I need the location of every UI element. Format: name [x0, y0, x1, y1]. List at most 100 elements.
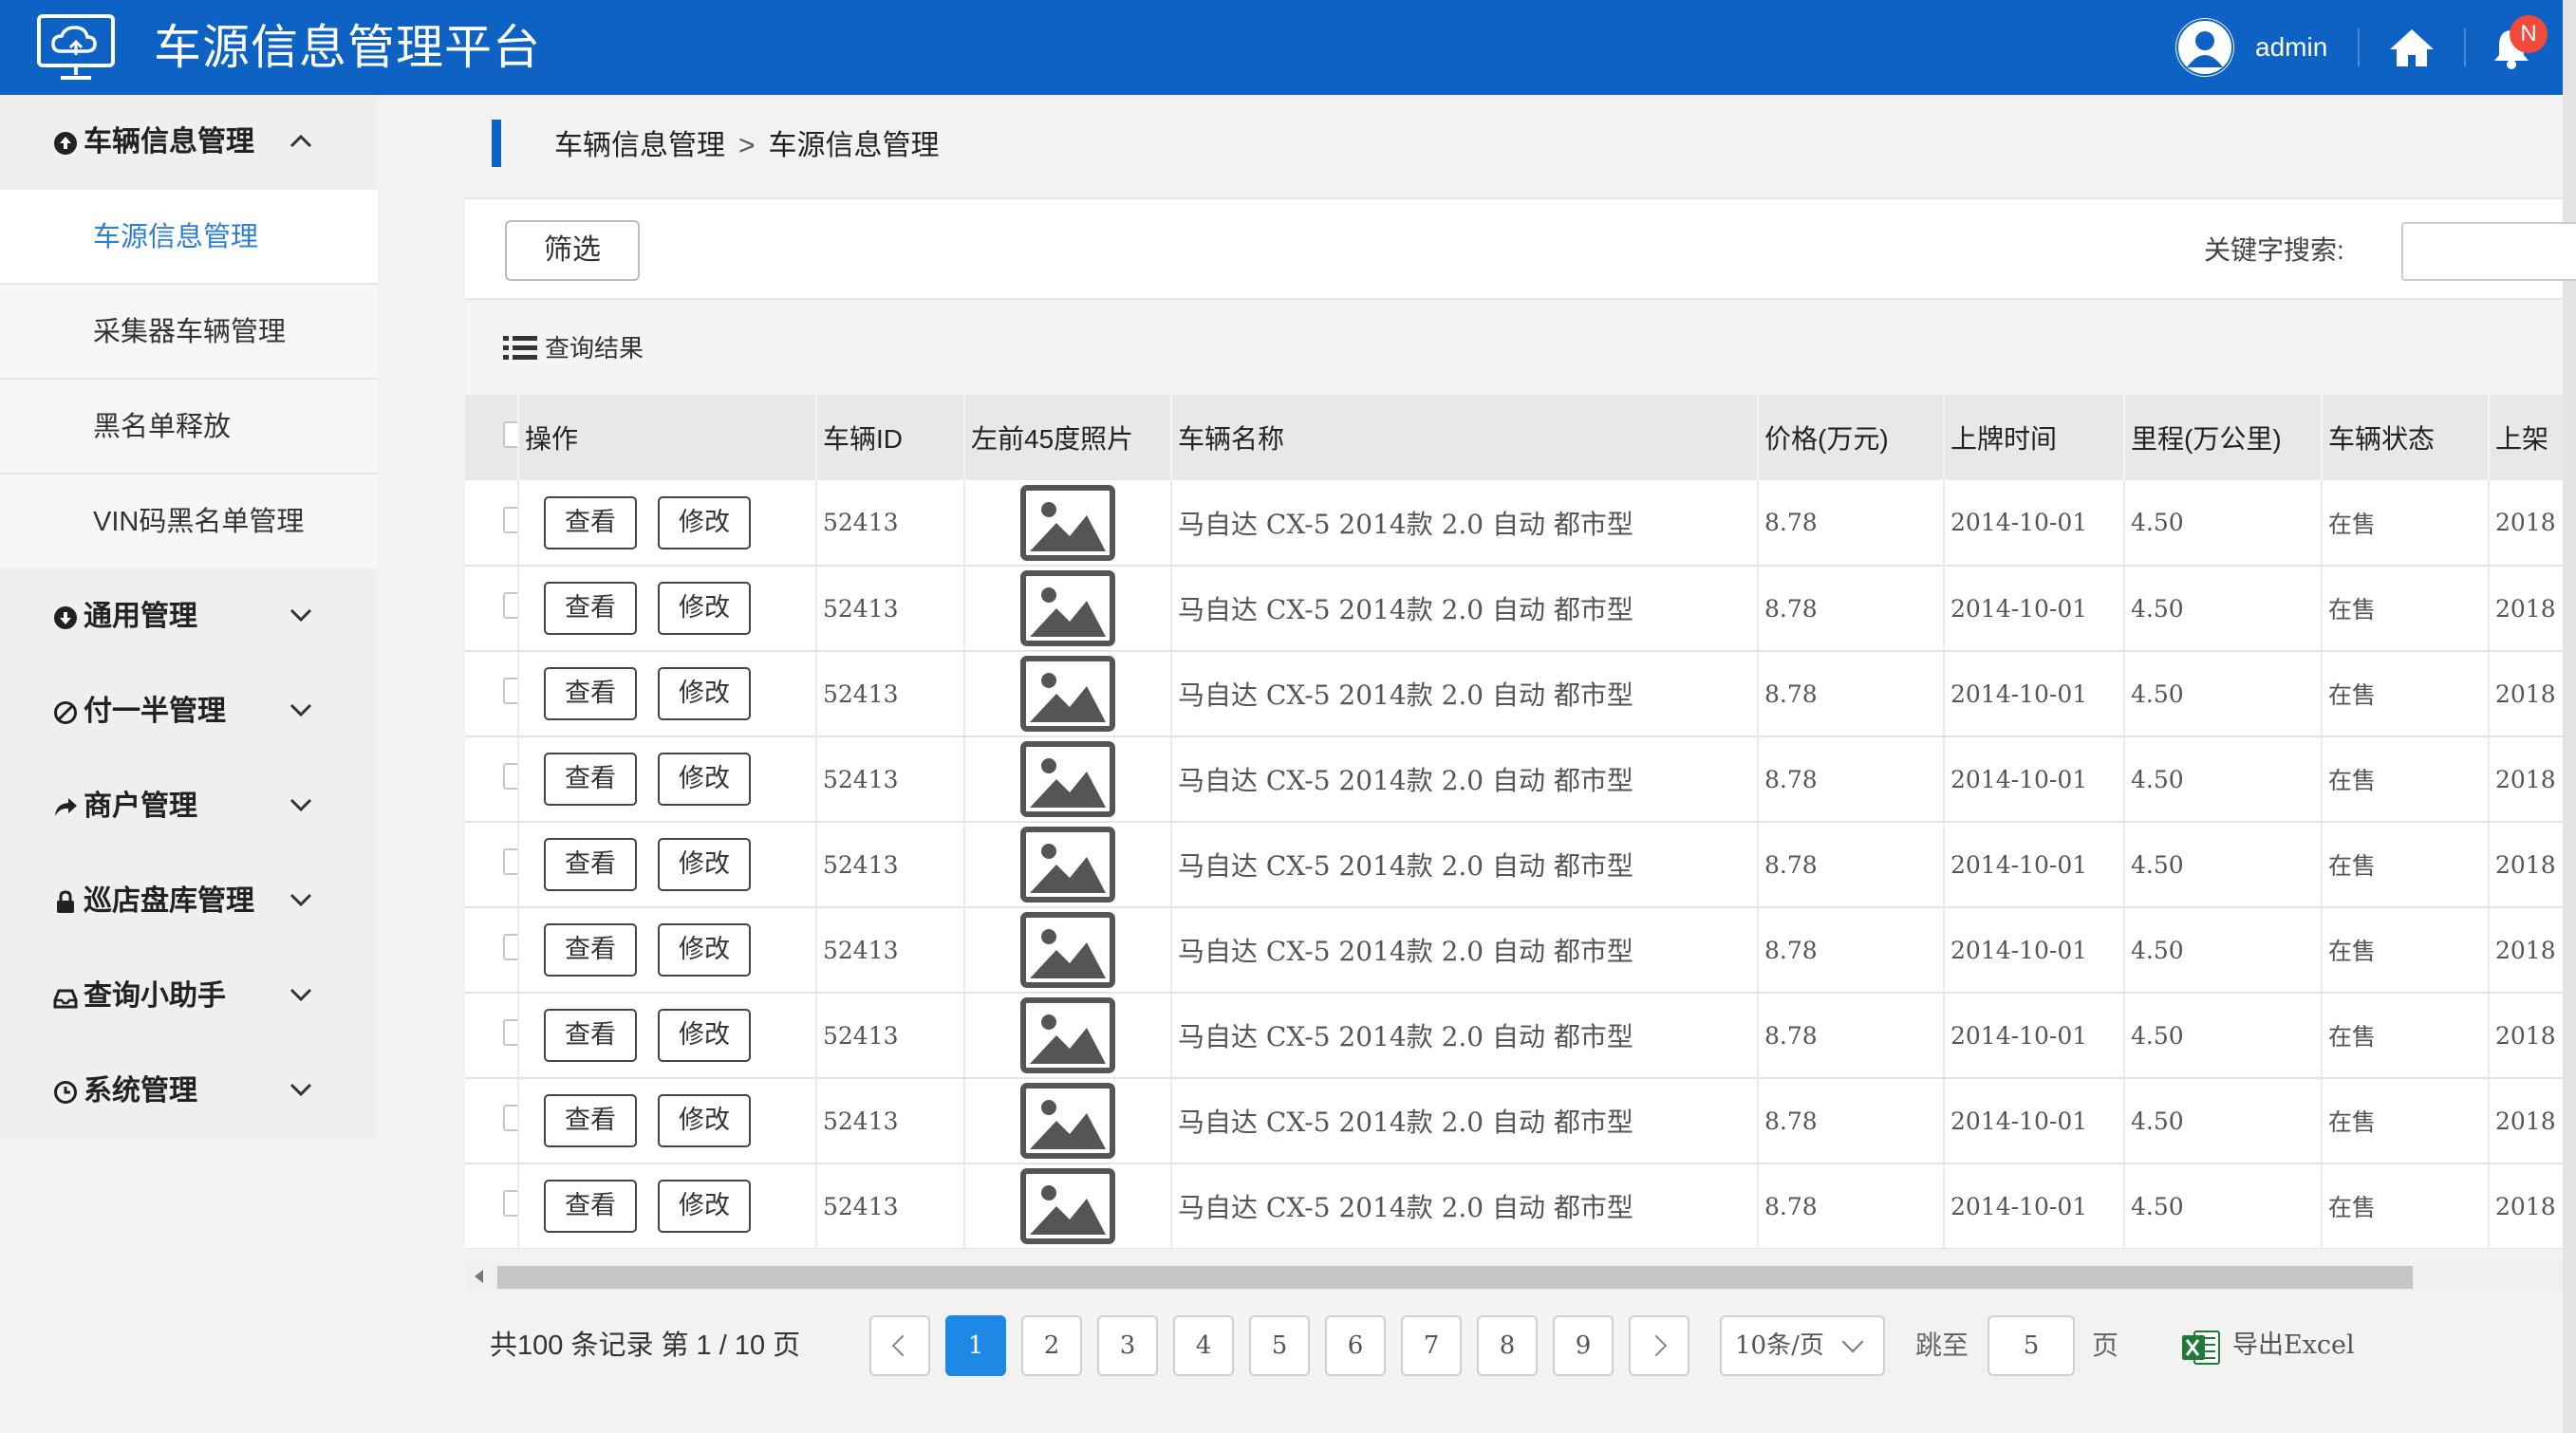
row-select-cell[interactable]: [465, 566, 519, 652]
view-button[interactable]: 查看: [544, 1094, 637, 1147]
page-button-8[interactable]: 8: [1477, 1315, 1538, 1376]
sidebar-group-general[interactable]: 通用管理: [0, 569, 378, 664]
row-select-cell[interactable]: [465, 736, 519, 823]
sidebar-item-blacklist-release[interactable]: 黑名单释放: [0, 380, 378, 473]
page-button-3[interactable]: 3: [1097, 1315, 1158, 1376]
edit-button[interactable]: 修改: [658, 753, 751, 806]
scroll-left-arrow-icon[interactable]: [475, 1270, 483, 1283]
page-button-7[interactable]: 7: [1401, 1315, 1462, 1376]
row-checkbox[interactable]: [503, 506, 516, 533]
row-select-cell[interactable]: [465, 993, 519, 1079]
image-placeholder-icon[interactable]: [1020, 827, 1115, 903]
notification-badge[interactable]: N: [2510, 15, 2548, 53]
sidebar-group-inspection[interactable]: 巡店盘库管理: [0, 854, 378, 949]
vehicle-status: 在售: [2322, 822, 2490, 908]
edit-button[interactable]: 修改: [658, 1009, 751, 1062]
jump-page-input[interactable]: 5: [1988, 1315, 2075, 1376]
view-button[interactable]: 查看: [544, 838, 637, 891]
edit-button[interactable]: 修改: [658, 923, 751, 977]
row-checkbox[interactable]: [503, 1019, 516, 1046]
sidebar-group-system[interactable]: 系统管理: [0, 1044, 378, 1139]
page-button-4[interactable]: 4: [1173, 1315, 1234, 1376]
view-button[interactable]: 查看: [544, 495, 637, 549]
sidebar-group-merchant[interactable]: 商户管理: [0, 759, 378, 854]
view-button[interactable]: 查看: [544, 667, 637, 720]
row-select-cell[interactable]: [465, 1078, 519, 1164]
table-header-row: 操作 车辆ID 左前45度照片 车辆名称 价格(万元) 上牌时间 里程(万公里)…: [465, 395, 2563, 480]
edit-button[interactable]: 修改: [658, 667, 751, 720]
scrollbar-thumb[interactable]: [497, 1266, 2413, 1289]
filter-button[interactable]: 筛选: [505, 220, 640, 281]
sidebar-item-vehicle-source[interactable]: 车源信息管理: [0, 190, 378, 283]
view-button[interactable]: 查看: [544, 753, 637, 806]
page-button-1[interactable]: 1: [945, 1315, 1006, 1376]
vehicle-mileage: 4.50: [2124, 822, 2323, 908]
sidebar-item-collector-vehicles[interactable]: 采集器车辆管理: [0, 285, 378, 378]
home-icon[interactable]: [2388, 27, 2436, 68]
user-name[interactable]: admin: [2255, 30, 2327, 65]
view-button[interactable]: 查看: [544, 1009, 637, 1062]
row-checkbox[interactable]: [503, 763, 516, 790]
view-button[interactable]: 查看: [544, 923, 637, 977]
row-checkbox[interactable]: [503, 1105, 516, 1131]
photo-cell: [964, 822, 1172, 908]
row-checkbox[interactable]: [503, 934, 516, 960]
row-checkbox[interactable]: [503, 1190, 516, 1217]
image-placeholder-icon[interactable]: [1020, 912, 1115, 988]
header-select-all[interactable]: [465, 395, 519, 480]
user-avatar[interactable]: [2175, 18, 2234, 77]
actions-cell: 查看 修改: [518, 736, 817, 823]
breadcrumb-parent[interactable]: 车辆信息管理: [554, 130, 725, 161]
view-button[interactable]: 查看: [544, 1180, 637, 1233]
page-button-5[interactable]: 5: [1249, 1315, 1310, 1376]
table-row: 查看 修改 52413 马自达 CX-5 2014款 2.0 自动 都市型 8.78 20…: [465, 566, 2563, 652]
sidebar-group-half-pay[interactable]: 付一半管理: [0, 664, 378, 759]
next-page-button[interactable]: [1629, 1315, 1689, 1376]
page-size-select[interactable]: 10条/页: [1720, 1315, 1885, 1376]
image-placeholder-icon[interactable]: [1020, 1168, 1115, 1244]
actions-cell: 查看 修改: [518, 822, 817, 908]
row-select-cell[interactable]: [465, 651, 519, 737]
vehicle-id: 52413: [816, 907, 965, 994]
select-all-checkbox[interactable]: [503, 420, 516, 448]
vehicle-name: 马自达 CX-5 2014款 2.0 自动 都市型: [1171, 822, 1759, 908]
edit-button[interactable]: 修改: [658, 1180, 751, 1233]
vehicle-id: 52413: [816, 1078, 965, 1164]
column-header: 里程(万公里): [2124, 395, 2323, 480]
edit-button[interactable]: 修改: [658, 495, 751, 549]
page-button-9[interactable]: 9: [1553, 1315, 1614, 1376]
keyword-search-input[interactable]: [2401, 222, 2576, 281]
image-placeholder-icon[interactable]: [1020, 656, 1115, 732]
row-select-cell[interactable]: [465, 480, 519, 567]
user-icon: [2176, 19, 2233, 76]
image-placeholder-icon[interactable]: [1020, 1083, 1115, 1159]
vehicle-price: 8.78: [1758, 1163, 1945, 1249]
row-checkbox[interactable]: [503, 678, 516, 704]
page-button-6[interactable]: 6: [1325, 1315, 1386, 1376]
edit-button[interactable]: 修改: [658, 1094, 751, 1147]
image-placeholder-icon[interactable]: [1020, 997, 1115, 1073]
sidebar-group-query-helper[interactable]: 查询小助手: [0, 949, 378, 1044]
excel-icon[interactable]: [2181, 1329, 2221, 1367]
row-select-cell[interactable]: [465, 1163, 519, 1249]
horizontal-scrollbar[interactable]: [465, 1262, 2563, 1291]
sidebar-group-vehicle-info[interactable]: 车辆信息管理: [0, 95, 378, 190]
row-checkbox[interactable]: [503, 848, 516, 875]
image-placeholder-icon[interactable]: [1020, 484, 1115, 561]
row-select-cell[interactable]: [465, 907, 519, 994]
view-button[interactable]: 查看: [544, 582, 637, 635]
row-checkbox[interactable]: [503, 592, 516, 619]
table-row: 查看 修改 52413 马自达 CX-5 2014款 2.0 自动 都市型 8.78 20…: [465, 1078, 2563, 1164]
vehicle-status: 在售: [2322, 1078, 2490, 1164]
edit-button[interactable]: 修改: [658, 838, 751, 891]
row-select-cell[interactable]: [465, 822, 519, 908]
listed-date: 2018: [2489, 651, 2563, 737]
edit-button[interactable]: 修改: [658, 582, 751, 635]
chevron-down-icon: [289, 988, 312, 1002]
image-placeholder-icon[interactable]: [1020, 570, 1115, 646]
page-button-2[interactable]: 2: [1021, 1315, 1082, 1376]
image-placeholder-icon[interactable]: [1020, 741, 1115, 817]
export-excel-button[interactable]: 导出Excel: [2232, 1327, 2355, 1365]
prev-page-button[interactable]: [869, 1315, 930, 1376]
sidebar-item-vin-blacklist[interactable]: VIN码黑名单管理: [0, 475, 378, 568]
